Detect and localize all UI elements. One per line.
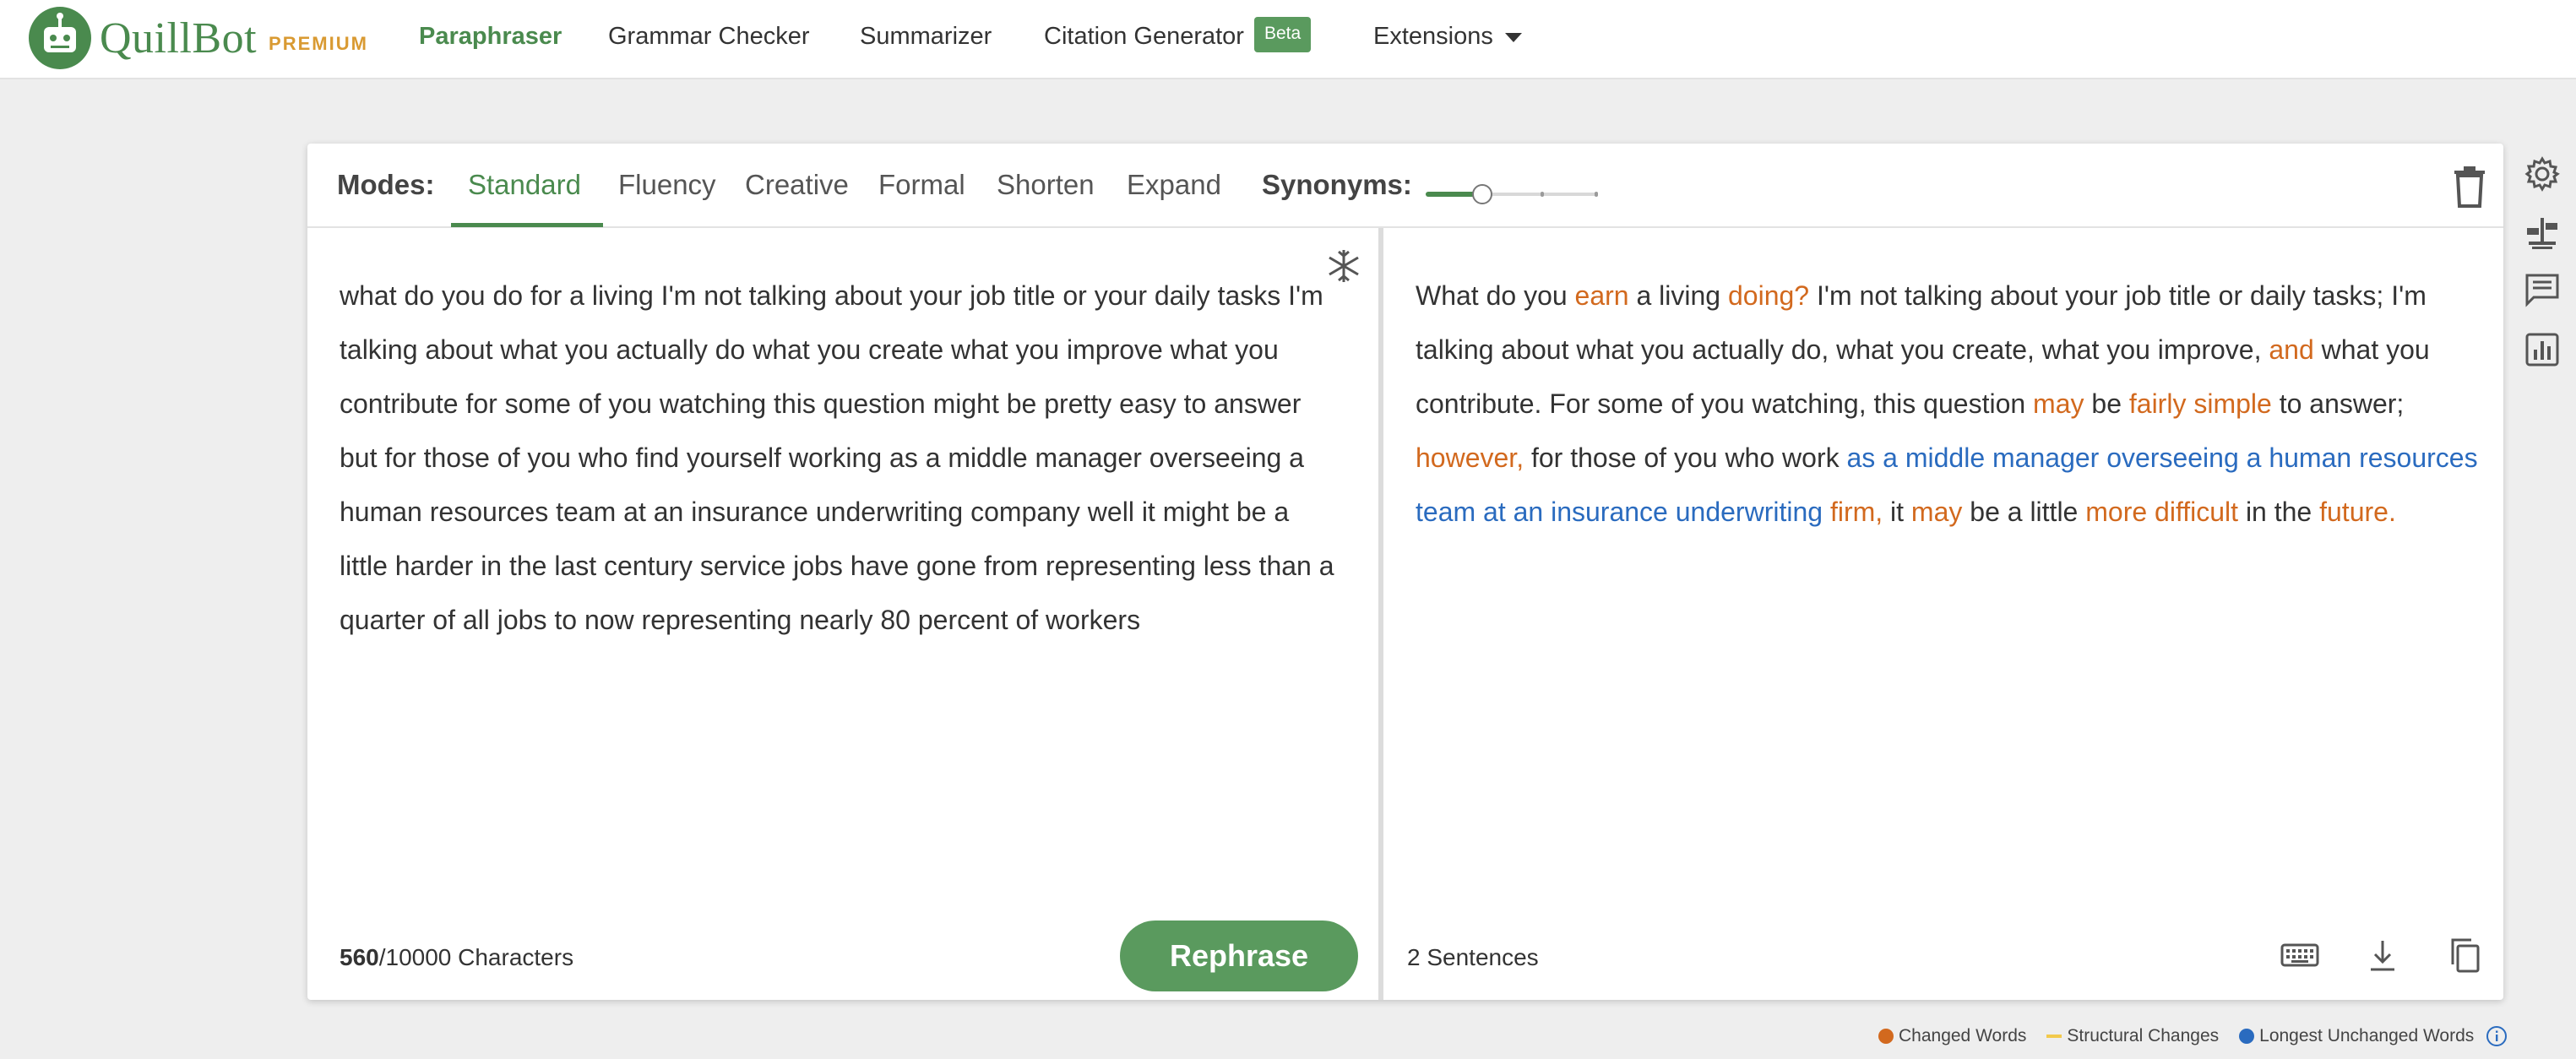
download-icon[interactable] xyxy=(2361,934,2404,976)
changed-word[interactable]: doing? xyxy=(1728,280,1809,311)
structural-changes-swatch xyxy=(2046,1035,2062,1038)
nav-extensions-dropdown[interactable]: Extensions xyxy=(1373,15,1522,57)
changed-word[interactable]: future. xyxy=(2319,497,2396,527)
beta-badge: Beta xyxy=(1253,17,1312,53)
trash-icon[interactable] xyxy=(2451,166,2488,208)
sentence-count: 2 Sentences xyxy=(1407,944,1539,970)
changed-word[interactable]: and xyxy=(2269,334,2313,365)
nav-grammar-checker[interactable]: Grammar Checker xyxy=(608,15,810,57)
output-text-segment: for those of you who work xyxy=(1524,443,1847,473)
rephrase-button[interactable]: Rephrase xyxy=(1120,921,1358,991)
chevron-down-icon xyxy=(1504,32,1522,42)
nav-paraphraser[interactable]: Paraphraser xyxy=(419,15,562,57)
info-icon[interactable] xyxy=(2486,1025,2508,1047)
character-count: 560/10000 Characters xyxy=(340,944,573,971)
quillbot-logo[interactable]: QuillBot PREMIUM xyxy=(29,7,368,69)
quillbot-robot-icon xyxy=(29,7,91,69)
slider-tick xyxy=(1541,192,1544,197)
changed-word[interactable]: may xyxy=(2033,388,2084,419)
legend-unchanged-label: Longest Unchanged Words xyxy=(2259,1026,2475,1045)
output-text-segment xyxy=(1823,497,1830,527)
changed-words-swatch xyxy=(1878,1029,1894,1044)
mode-tab-formal[interactable]: Formal xyxy=(878,169,965,201)
mode-tab-expand[interactable]: Expand xyxy=(1127,169,1221,201)
legend-changed-words: Changed Words xyxy=(1878,1026,2026,1046)
legend-changed-label: Changed Words xyxy=(1899,1026,2027,1045)
slider-tick xyxy=(1595,192,1598,197)
citation-generator-label: Citation Generator xyxy=(1044,23,1244,50)
legend-structural-changes: Structural Changes xyxy=(2046,1026,2219,1046)
active-mode-underline xyxy=(451,223,603,227)
premium-badge: PREMIUM xyxy=(269,33,368,54)
synonyms-label: Synonyms: xyxy=(1262,169,1412,200)
changed-word[interactable]: earn xyxy=(1575,280,1629,311)
legend-longest-unchanged: Longest Unchanged Words xyxy=(2239,1026,2474,1046)
modes-toolbar: Modes: Standard Fluency Creative Formal … xyxy=(307,144,2503,228)
output-paraphrased-text[interactable]: What do you earn a living doing? I'm not… xyxy=(1416,269,2481,539)
changed-word[interactable]: may xyxy=(1911,497,1962,527)
nav-citation-generator[interactable]: Citation Generator Beta xyxy=(1044,15,1312,57)
character-limit: /10000 Characters xyxy=(378,944,574,970)
unchanged-words-swatch xyxy=(2239,1029,2255,1044)
paraphraser-card: Modes: Standard Fluency Creative Formal … xyxy=(307,144,2503,1000)
legend-structural-label: Structural Changes xyxy=(2067,1026,2220,1045)
extensions-label: Extensions xyxy=(1373,23,1493,50)
feedback-icon[interactable] xyxy=(2524,270,2561,307)
synonyms-slider[interactable] xyxy=(1426,184,1613,204)
compare-modes-icon[interactable] xyxy=(2524,215,2561,252)
input-textarea[interactable]: what do you do for a living I'm not talk… xyxy=(340,269,1336,647)
output-text-segment: a living xyxy=(1628,280,1728,311)
output-text-segment: to answer; xyxy=(2271,388,2405,419)
output-text-segment: What do you xyxy=(1416,280,1575,311)
output-text-segment: be xyxy=(2084,388,2129,419)
mode-tab-standard[interactable]: Standard xyxy=(468,169,581,201)
nav-summarizer[interactable]: Summarizer xyxy=(860,15,992,57)
keyboard-icon[interactable] xyxy=(2279,934,2321,976)
logo-wordmark: QuillBot xyxy=(100,14,258,62)
mode-tab-shorten[interactable]: Shorten xyxy=(997,169,1095,201)
statistics-icon[interactable] xyxy=(2524,331,2561,368)
copy-icon[interactable] xyxy=(2444,934,2486,976)
top-navigation-bar: QuillBot PREMIUM Paraphraser Grammar Che… xyxy=(0,0,2576,79)
gear-icon[interactable] xyxy=(2524,155,2561,193)
mode-tab-creative[interactable]: Creative xyxy=(745,169,849,201)
modes-label: Modes: xyxy=(337,169,435,200)
slider-handle[interactable] xyxy=(1472,184,1492,204)
changed-word[interactable]: however, xyxy=(1416,443,1524,473)
freeze-snowflake-icon[interactable] xyxy=(1326,248,1361,284)
changed-word[interactable]: fairly simple xyxy=(2129,388,2272,419)
panel-divider[interactable] xyxy=(1378,228,1383,1000)
highlight-legend: Changed Words Structural Changes Longest… xyxy=(1878,1025,2508,1047)
character-count-value: 560 xyxy=(340,944,379,970)
changed-word[interactable]: more difficult xyxy=(2085,497,2238,527)
output-text-segment: be a little xyxy=(1962,497,2086,527)
output-text-segment: it xyxy=(1883,497,1911,527)
output-text-segment: in the xyxy=(2238,497,2320,527)
mode-tab-fluency[interactable]: Fluency xyxy=(618,169,716,201)
changed-word[interactable]: firm, xyxy=(1830,497,1883,527)
